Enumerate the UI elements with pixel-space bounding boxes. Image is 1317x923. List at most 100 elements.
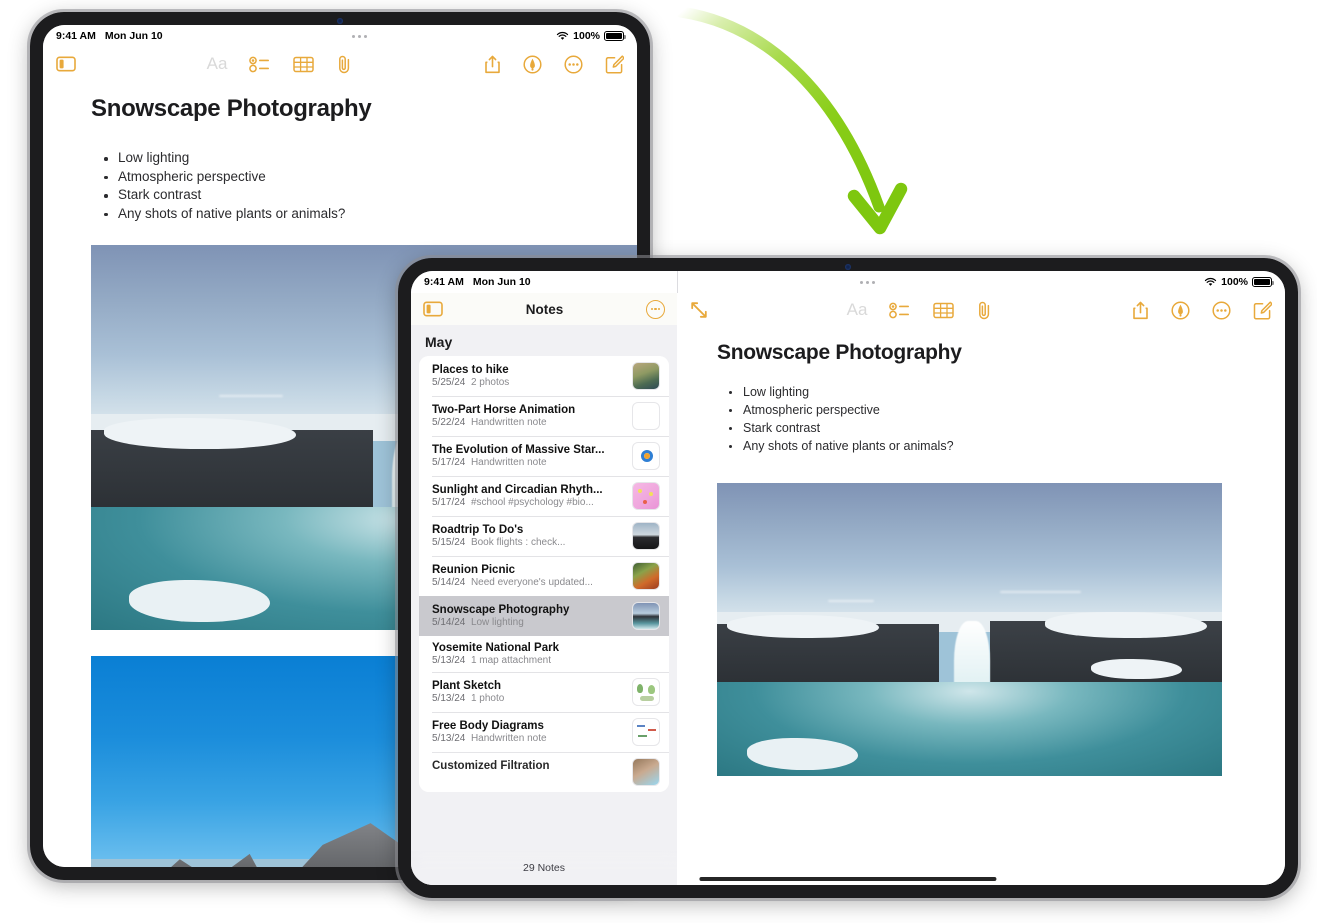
note-photo-waterfall[interactable]: [717, 483, 1222, 776]
list-item[interactable]: Customized Filtration: [419, 752, 669, 793]
markup-pen-icon[interactable]: [523, 54, 542, 74]
list-item: Stark contrast: [104, 186, 637, 205]
note-row-title: Sunlight and Circadian Rhyth...: [432, 484, 603, 497]
note-row-subtitle: 5/15/24 Book flights : check...: [432, 537, 566, 549]
wifi-icon: [1204, 277, 1217, 286]
note-row-title: Roadtrip To Do's: [432, 524, 524, 537]
more-ellipsis-icon[interactable]: [1212, 300, 1231, 320]
note-thumbnail: [632, 678, 660, 707]
note-title: Snowscape Photography: [91, 95, 372, 122]
expand-diagonal-icon[interactable]: [690, 301, 708, 319]
list-item[interactable]: Roadtrip To Do's 5/15/24 Book flights : …: [419, 516, 669, 557]
share-icon[interactable]: [484, 55, 501, 74]
list-item-selected[interactable]: Snowscape Photography 5/14/24 Low lighti…: [419, 596, 669, 637]
battery-percent: 100%: [1221, 276, 1248, 288]
screenshot-canvas: 9:41 AM Mon Jun 10 100% Aa Snowscape Pho…: [0, 0, 1317, 923]
note-title: Snowscape Photography: [717, 341, 962, 364]
multitask-handle[interactable]: [531, 280, 1205, 284]
list-item[interactable]: Two-Part Horse Animation 5/22/24 Handwri…: [419, 396, 669, 437]
table-icon[interactable]: [293, 56, 315, 73]
checklist-icon[interactable]: [249, 56, 271, 73]
note-thumbnail: [632, 718, 660, 747]
share-icon[interactable]: [1132, 301, 1149, 320]
more-ellipsis-icon[interactable]: [564, 54, 583, 74]
note-bullet-list: Low lighting Atmospheric perspective Sta…: [43, 123, 637, 223]
status-date: Mon Jun 10: [472, 276, 531, 288]
ipad-device-right: 9:41 AM Mon Jun 10 100% Notes May Places…: [395, 255, 1301, 901]
note-toolbar: Aa: [43, 47, 637, 81]
split-view: Notes May Places to hike 5/25/24 2 photo…: [411, 271, 1285, 885]
note-row-subtitle: 5/14/24 Need everyone's updated...: [432, 577, 593, 589]
note-thumbnail: [632, 402, 660, 431]
note-row-title: Places to hike: [432, 364, 509, 377]
notes-list-pane: Notes May Places to hike 5/25/24 2 photo…: [411, 293, 677, 885]
note-row-subtitle: 5/17/24 #school #psychology #bio...: [432, 497, 594, 509]
list-item: Stark contrast: [729, 419, 1285, 437]
note-row-title: Two-Part Horse Animation: [432, 404, 576, 417]
notes-list-scroll[interactable]: May Places to hike 5/25/24 2 photos Two-…: [411, 325, 677, 885]
sidebar-toggle-icon[interactable]: [423, 301, 443, 317]
curved-green-arrow-icon: [675, 6, 908, 235]
note-row-title: Snowscape Photography: [432, 604, 570, 617]
list-item: Atmospheric perspective: [729, 401, 1285, 419]
multitask-handle[interactable]: [163, 34, 557, 38]
note-thumbnail: [632, 482, 660, 511]
list-item: Any shots of native plants or animals?: [104, 205, 637, 224]
note-row-subtitle: 5/13/24 1 photo: [432, 693, 505, 705]
paperclip-icon[interactable]: [976, 301, 993, 320]
list-item: Any shots of native plants or animals?: [729, 437, 1285, 455]
list-item[interactable]: Reunion Picnic 5/14/24 Need everyone's u…: [419, 556, 669, 597]
note-content-right: Snowscape Photography Low lighting Atmos…: [677, 327, 1285, 885]
list-item[interactable]: Sunlight and Circadian Rhyth... 5/17/24 …: [419, 476, 669, 517]
list-item: Atmospheric perspective: [104, 168, 637, 187]
status-time: 9:41 AM: [56, 30, 96, 42]
list-item[interactable]: Plant Sketch 5/13/24 1 photo: [419, 672, 669, 713]
note-row-subtitle: 5/25/24 2 photos: [432, 377, 510, 389]
table-icon[interactable]: [933, 302, 955, 319]
page-title: Notes: [525, 301, 564, 317]
front-camera-dot: [845, 264, 851, 270]
format-aa-button[interactable]: Aa: [847, 300, 868, 320]
list-item: Low lighting: [104, 149, 637, 168]
note-row-title: Customized Filtration: [432, 760, 550, 773]
note-thumbnail: [632, 758, 660, 787]
list-item[interactable]: The Evolution of Massive Star... 5/17/24…: [419, 436, 669, 477]
status-bar: 9:41 AM Mon Jun 10 100%: [411, 271, 1285, 293]
list-item[interactable]: Places to hike 5/25/24 2 photos: [419, 356, 669, 397]
list-item: Low lighting: [729, 383, 1285, 401]
wifi-icon: [556, 31, 569, 40]
more-ellipsis-circle-icon[interactable]: [645, 299, 665, 319]
note-thumbnail: [632, 522, 660, 551]
note-thumbnail: [632, 602, 660, 631]
battery-percent: 100%: [573, 30, 600, 42]
note-bullet-list: Low lighting Atmospheric perspective Sta…: [677, 365, 1285, 455]
note-row-title: The Evolution of Massive Star...: [432, 444, 605, 457]
note-row-title: Free Body Diagrams: [432, 720, 544, 733]
notes-count-footer: 29 Notes: [411, 851, 677, 885]
list-item[interactable]: Free Body Diagrams 5/13/24 Handwritten n…: [419, 712, 669, 753]
status-date: Mon Jun 10: [104, 30, 163, 42]
note-toolbar: Aa: [677, 293, 1285, 327]
sidebar-toggle-icon[interactable]: [56, 56, 76, 72]
note-thumbnail: [632, 362, 660, 391]
paperclip-icon[interactable]: [336, 55, 353, 74]
list-item[interactable]: Yosemite National Park 5/13/24 1 map att…: [419, 636, 669, 673]
compose-icon[interactable]: [1253, 300, 1273, 320]
notes-nav-bar: Notes: [411, 293, 677, 326]
status-time: 9:41 AM: [424, 276, 464, 288]
format-aa-button[interactable]: Aa: [207, 54, 228, 74]
note-row-subtitle: 5/13/24 Handwritten note: [432, 733, 547, 745]
note-row-subtitle: 5/17/24 Handwritten note: [432, 457, 547, 469]
note-row-title: Plant Sketch: [432, 680, 502, 693]
markup-pen-icon[interactable]: [1171, 300, 1190, 320]
front-camera-dot: [337, 18, 343, 24]
note-thumbnail: [632, 562, 660, 591]
compose-icon[interactable]: [605, 54, 625, 74]
note-row-title: Reunion Picnic: [432, 564, 516, 577]
status-bar: 9:41 AM Mon Jun 10 100%: [43, 25, 637, 47]
note-thumbnail: [632, 442, 660, 471]
note-row-subtitle: [432, 773, 624, 784]
battery-icon: [1252, 277, 1274, 287]
checklist-icon[interactable]: [889, 302, 911, 319]
note-detail-pane: Aa Snowscape Photography Low lighting At…: [677, 293, 1285, 885]
